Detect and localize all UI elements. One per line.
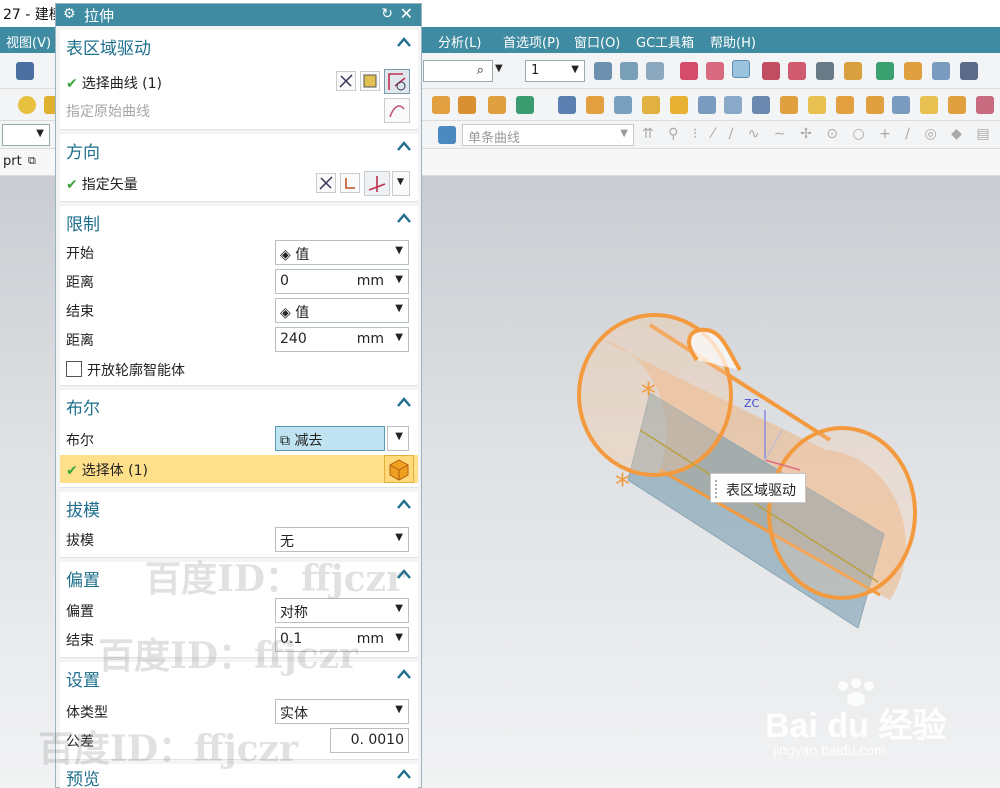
boolean-select[interactable]: ⧉ 减去	[275, 426, 385, 451]
subtract-icon: ⧉ 减去	[280, 433, 323, 449]
chevron-down-icon: ▼	[395, 431, 403, 442]
curve-rule-icon[interactable]	[336, 71, 356, 91]
collapse-caret-icon[interactable]	[396, 35, 412, 49]
chevron-down-icon[interactable]: ▼	[395, 274, 403, 285]
original-curve-icon[interactable]	[384, 98, 410, 123]
value-icon: ◈ 值	[280, 247, 310, 263]
baidu-id-watermark: 百度ID：ffjczr	[38, 728, 298, 770]
dialog-title-bar[interactable]: ⚙ 拉伸 ↻ ✕	[56, 4, 421, 26]
start-distance-input[interactable]: 0 mm ▼	[275, 269, 409, 294]
specify-original-curve-row[interactable]: 指定原始曲线	[60, 96, 418, 124]
section-header[interactable]: 表区域驱动	[66, 34, 151, 59]
limits-group: 限制 开始 ◈ 值 ▼ 距离 0 mm ▼ 结束 ◈ 值 ▼ 距离 240 mm…	[60, 206, 418, 386]
vector-dialog-icon[interactable]	[340, 173, 360, 193]
section-header[interactable]: 设置	[66, 666, 100, 691]
end-distance-input[interactable]: 240 mm ▼	[275, 327, 409, 352]
direction-group: 方向 ✔ 指定矢量 ▼	[60, 134, 418, 202]
specify-vector-row[interactable]: ✔ 指定矢量 ▼	[60, 169, 418, 197]
start-type-select[interactable]: ◈ 值 ▼	[275, 240, 409, 265]
collapse-caret-icon[interactable]	[396, 139, 412, 153]
asterisk-marker: *	[615, 468, 630, 503]
end-distance-row: 距离 240 mm ▼	[60, 325, 418, 353]
vector-inference-icon[interactable]	[364, 171, 390, 196]
end-type-select[interactable]: ◈ 值 ▼	[275, 298, 409, 323]
section-header[interactable]: 方向	[66, 138, 100, 163]
boolean-dropdown[interactable]: ▼	[387, 426, 409, 451]
chevron-down-icon[interactable]: ▼	[395, 332, 403, 343]
sketch-icon[interactable]	[360, 71, 380, 91]
chevron-down-icon: ▼	[395, 704, 403, 715]
collapse-caret-icon[interactable]	[396, 497, 412, 511]
close-icon[interactable]: ✕	[400, 4, 413, 23]
baidu-id-watermark: 百度ID：ffjczr	[98, 635, 358, 677]
draft-group: 拔模 拔模 无 ▼	[60, 492, 418, 558]
open-profile-checkbox[interactable]	[66, 361, 82, 377]
select-body-icon[interactable]	[384, 455, 414, 483]
collapse-caret-icon[interactable]	[396, 667, 412, 681]
check-icon: ✔	[66, 463, 78, 479]
collapse-caret-icon[interactable]	[396, 395, 412, 409]
draft-select[interactable]: 无 ▼	[275, 527, 409, 552]
vector-dropdown[interactable]: ▼	[392, 171, 410, 196]
chevron-down-icon: ▼	[395, 532, 403, 543]
asterisk-marker: *	[641, 377, 656, 412]
zc-axis-label: ZC	[744, 397, 760, 410]
reverse-direction-icon[interactable]	[316, 173, 336, 193]
collapse-caret-icon[interactable]	[396, 767, 412, 781]
boolean-row: 布尔 ⧉ 减去 ▼	[60, 425, 418, 453]
select-body-row[interactable]: ✔ 选择体 (1)	[60, 455, 418, 483]
select-curve-row[interactable]: ✔ 选择曲线 (1)	[60, 68, 418, 96]
section-region-tag[interactable]: 表区域驱动	[710, 473, 806, 503]
gear-icon[interactable]: ⚙	[63, 6, 76, 22]
start-distance-row: 距离 0 mm ▼	[60, 267, 418, 295]
chevron-down-icon: ▼	[395, 245, 403, 256]
check-icon: ✔	[66, 177, 78, 193]
reset-icon[interactable]: ↻	[381, 6, 393, 22]
tolerance-input[interactable]: 0. 0010	[330, 728, 409, 753]
baidu-id-watermark: 百度ID：ffjczr	[145, 558, 405, 600]
chevron-down-icon: ▼	[395, 303, 403, 314]
value-icon: ◈ 值	[280, 305, 310, 321]
start-row: 开始 ◈ 值 ▼	[60, 238, 418, 266]
chevron-down-icon[interactable]: ▼	[395, 632, 403, 643]
profile-circle-end	[767, 426, 917, 600]
open-profile-row[interactable]: 开放轮廓智能体	[60, 355, 418, 383]
check-icon: ✔	[66, 76, 78, 92]
collapse-caret-icon[interactable]	[396, 211, 412, 225]
section-region-group: 表区域驱动 ✔ 选择曲线 (1) 指定原始曲线	[60, 30, 418, 130]
boolean-group: 布尔 布尔 ⧉ 减去 ▼ ✔ 选择体 (1)	[60, 390, 418, 488]
dialog-title: 拉伸	[84, 7, 115, 25]
section-header[interactable]: 布尔	[66, 394, 100, 419]
draft-row: 拔模 无 ▼	[60, 525, 418, 553]
end-row: 结束 ◈ 值 ▼	[60, 296, 418, 324]
select-curve-icon[interactable]	[384, 69, 410, 94]
chevron-down-icon: ▼	[395, 603, 403, 614]
section-header[interactable]: 拔模	[66, 496, 100, 521]
section-header[interactable]: 限制	[66, 210, 100, 235]
drag-handle-icon[interactable]	[715, 480, 719, 498]
chevron-down-icon: ▼	[397, 177, 404, 187]
section-header[interactable]: 偏置	[66, 566, 100, 591]
